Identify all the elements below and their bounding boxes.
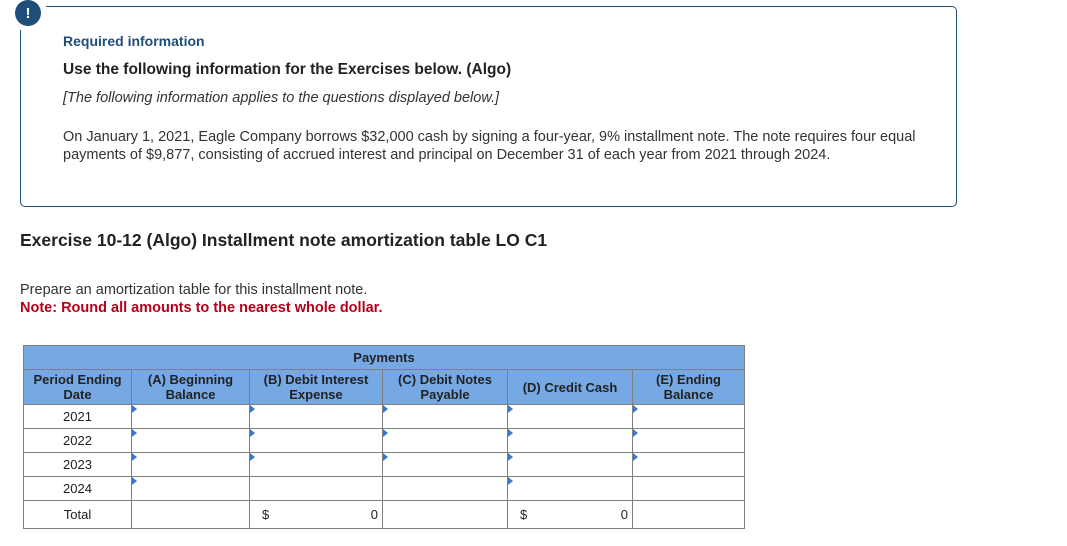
date-cell: 2023 bbox=[23, 452, 132, 477]
table-row: 2023 bbox=[23, 452, 745, 477]
credit-cash-2024-input[interactable] bbox=[508, 478, 632, 499]
credit-cash-input-cell[interactable] bbox=[507, 428, 633, 453]
header-debit-notes-payable: (C) Debit Notes Payable bbox=[382, 369, 508, 405]
interest-expense-input-cell[interactable] bbox=[249, 428, 383, 453]
notes-payable-input-cell[interactable] bbox=[382, 404, 508, 429]
exercise-title: Exercise 10-12 (Algo) Installment note a… bbox=[20, 230, 548, 250]
ending-balance-input-cell[interactable] bbox=[632, 428, 745, 453]
header-beginning-balance: (A) Beginning Balance bbox=[131, 369, 250, 405]
beginning-balance-input-cell[interactable] bbox=[131, 452, 250, 477]
notes-payable-input-cell[interactable] bbox=[382, 452, 508, 477]
total-row: Total $ 0 $ 0 bbox=[23, 500, 745, 529]
input-flag-icon bbox=[132, 405, 137, 413]
input-flag-icon bbox=[250, 405, 255, 413]
total-amount: 0 bbox=[370, 507, 378, 522]
notes-payable-total bbox=[382, 500, 508, 529]
input-flag-icon bbox=[508, 453, 513, 461]
empty-cell bbox=[632, 476, 745, 501]
ending-balance-input-cell[interactable] bbox=[632, 404, 745, 429]
credit-cash-2021-input[interactable] bbox=[508, 406, 632, 427]
ending-balance-input-cell[interactable] bbox=[632, 452, 745, 477]
payments-group-header: Payments bbox=[23, 345, 745, 370]
input-flag-icon bbox=[383, 453, 388, 461]
applies-note: [The following information applies to th… bbox=[63, 90, 500, 106]
header-ending-balance: (E) Ending Balance bbox=[632, 369, 745, 405]
credit-cash-input-cell[interactable] bbox=[507, 404, 633, 429]
currency-symbol: $ bbox=[520, 507, 528, 522]
input-flag-icon bbox=[508, 429, 513, 437]
notes-payable-2023-input[interactable] bbox=[383, 454, 507, 475]
interest-expense-input-cell[interactable] bbox=[249, 404, 383, 429]
table-row: 2024 bbox=[23, 476, 745, 501]
required-information-label: Required information bbox=[63, 33, 205, 49]
ending-balance-2021-input[interactable] bbox=[633, 406, 744, 427]
credit-cash-2023-input[interactable] bbox=[508, 454, 632, 475]
interest-expense-2022-input[interactable] bbox=[250, 430, 382, 451]
problem-text: On January 1, 2021, Eagle Company borrow… bbox=[63, 129, 916, 163]
total-amount: 0 bbox=[620, 507, 628, 522]
interest-expense-2023-input[interactable] bbox=[250, 454, 382, 475]
header-credit-cash: (D) Credit Cash bbox=[507, 369, 633, 405]
input-flag-icon bbox=[508, 405, 513, 413]
empty-cell bbox=[632, 500, 745, 529]
input-flag-icon bbox=[633, 429, 638, 437]
table-row: 2021 bbox=[23, 404, 745, 429]
beginning-balance-2023-input[interactable] bbox=[132, 454, 249, 475]
date-cell: 2022 bbox=[23, 428, 132, 453]
credit-cash-input-cell[interactable] bbox=[507, 452, 633, 477]
table-row: 2022 bbox=[23, 428, 745, 453]
notes-payable-2021-input[interactable] bbox=[383, 406, 507, 427]
credit-cash-total: $ 0 bbox=[507, 500, 633, 529]
input-flag-icon bbox=[383, 429, 388, 437]
interest-expense-total: $ 0 bbox=[249, 500, 383, 529]
input-flag-icon bbox=[383, 405, 388, 413]
instruction-text: Prepare an amortization table for this i… bbox=[20, 282, 368, 298]
ending-balance-2023-input[interactable] bbox=[633, 454, 744, 475]
beginning-balance-2021-input[interactable] bbox=[132, 406, 249, 427]
header-debit-interest-expense: (B) Debit Interest Expense bbox=[249, 369, 383, 405]
input-flag-icon bbox=[633, 453, 638, 461]
info-title: Use the following information for the Ex… bbox=[63, 61, 512, 78]
input-flag-icon bbox=[250, 429, 255, 437]
beginning-balance-input-cell[interactable] bbox=[131, 476, 250, 501]
input-flag-icon bbox=[132, 453, 137, 461]
total-label: Total bbox=[23, 500, 132, 529]
header-period-ending-date: Period Ending Date bbox=[23, 369, 132, 405]
input-flag-icon bbox=[132, 477, 137, 485]
input-flag-icon bbox=[250, 453, 255, 461]
input-flag-icon bbox=[508, 477, 513, 485]
beginning-balance-input-cell[interactable] bbox=[131, 428, 250, 453]
input-flag-icon bbox=[633, 405, 638, 413]
amortization-table: Payments Period Ending Date (A) Beginnin… bbox=[23, 345, 745, 529]
notes-payable-input-cell[interactable] bbox=[382, 428, 508, 453]
beginning-balance-2024-input[interactable] bbox=[132, 478, 249, 499]
input-flag-icon bbox=[132, 429, 137, 437]
credit-cash-input-cell[interactable] bbox=[507, 476, 633, 501]
date-cell: 2021 bbox=[23, 404, 132, 429]
interest-expense-2021-input[interactable] bbox=[250, 406, 382, 427]
empty-cell bbox=[382, 476, 508, 501]
notes-payable-2022-input[interactable] bbox=[383, 430, 507, 451]
ending-balance-2022-input[interactable] bbox=[633, 430, 744, 451]
interest-expense-input-cell[interactable] bbox=[249, 452, 383, 477]
alert-icon: ! bbox=[15, 0, 41, 26]
empty-cell bbox=[249, 476, 383, 501]
beginning-balance-input-cell[interactable] bbox=[131, 404, 250, 429]
currency-symbol: $ bbox=[262, 507, 270, 522]
credit-cash-2022-input[interactable] bbox=[508, 430, 632, 451]
date-cell: 2024 bbox=[23, 476, 132, 501]
empty-cell bbox=[131, 500, 250, 529]
beginning-balance-2022-input[interactable] bbox=[132, 430, 249, 451]
rounding-note: Note: Round all amounts to the nearest w… bbox=[20, 300, 383, 316]
